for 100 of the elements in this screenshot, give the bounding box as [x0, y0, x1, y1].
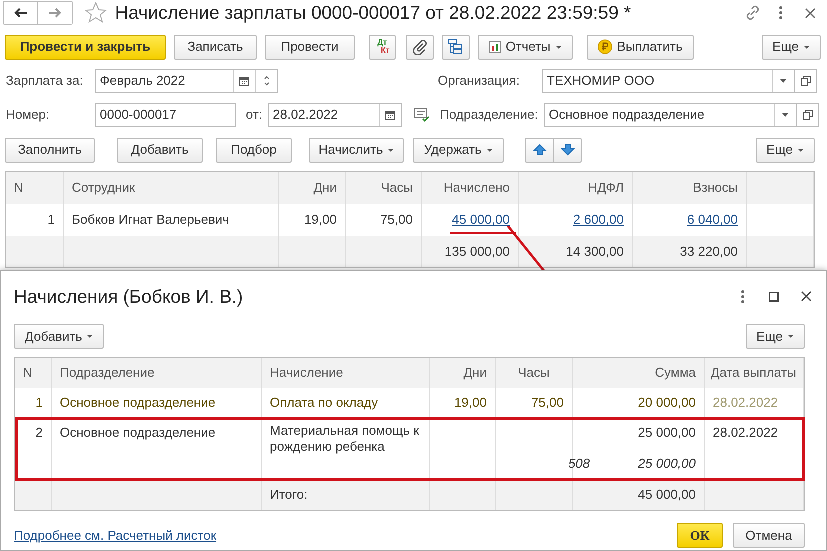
- add-button[interactable]: Добавить: [14, 324, 104, 349]
- down-arrow-icon: [560, 144, 574, 156]
- payslip-link[interactable]: Подробнее см. Расчетный листок: [14, 526, 217, 545]
- cancel-button[interactable]: Отмена: [733, 522, 805, 548]
- chart-icon: [488, 41, 501, 53]
- total-cell: 135 000,00: [422, 236, 519, 267]
- contributions-link[interactable]: 6 040,00: [687, 210, 738, 230]
- reports-button[interactable]: Отчеты: [478, 34, 573, 60]
- field-label: Организация:: [438, 72, 522, 90]
- total-cell: [430, 480, 496, 510]
- tax-link[interactable]: 2 600,00: [573, 210, 624, 230]
- window-title: Начисление зарплаты 0000-000017 от 28.02.2022 23:59:59 *: [115, 1, 632, 26]
- column-header[interactable]: N: [6, 172, 64, 204]
- open-button[interactable]: [794, 69, 817, 93]
- organization-field[interactable]: ТЕХНОМИР ООО: [542, 69, 795, 93]
- table-cell: 75,00: [496, 388, 573, 418]
- star-icon[interactable]: [85, 2, 108, 24]
- close-icon[interactable]: [801, 291, 812, 302]
- accrued-link[interactable]: 45 000,00: [452, 210, 510, 230]
- attach-button[interactable]: [406, 34, 434, 60]
- open-button[interactable]: [796, 103, 819, 127]
- debit-credit-button[interactable]: Дт Кт: [369, 34, 396, 60]
- more-icon[interactable]: [778, 6, 783, 20]
- table-toolbar-button[interactable]: Добавить: [117, 138, 203, 162]
- total-cell: [747, 236, 814, 267]
- column-header[interactable]: Часы: [346, 172, 422, 204]
- column-header[interactable]: Начисление: [262, 358, 430, 388]
- column-header[interactable]: Дни: [279, 172, 346, 204]
- maximize-icon[interactable]: [769, 292, 779, 302]
- table-cell: Материальная помощь к рождению ребенка: [262, 418, 430, 480]
- ruble-coin-icon: [598, 39, 612, 55]
- table-cell: 2: [15, 418, 52, 480]
- move-up-button[interactable]: [525, 138, 554, 162]
- column-header[interactable]: Часы: [496, 358, 573, 388]
- table-cell: 28.02.2022: [705, 418, 804, 480]
- column-header: [747, 172, 814, 204]
- date-field[interactable]: 28.02.2022: [268, 103, 402, 127]
- column-header[interactable]: Сотрудник: [64, 172, 279, 204]
- ok-button[interactable]: ОК: [677, 522, 723, 548]
- field-label: от:: [246, 106, 264, 124]
- pay-button[interactable]: Выплатить: [586, 34, 694, 60]
- column-header[interactable]: НДФЛ: [519, 172, 633, 204]
- back-button[interactable]: [4, 2, 38, 24]
- up-arrow-icon: [532, 144, 546, 156]
- total-cell: 14 300,00: [519, 236, 633, 267]
- column-header[interactable]: Начислено: [422, 172, 519, 204]
- department-field[interactable]: Основное подразделение: [544, 103, 797, 127]
- table-cell: Итого:: [262, 480, 430, 510]
- move-down-button[interactable]: [553, 138, 582, 162]
- table-cell: Основное подразделение: [52, 388, 262, 418]
- total-cell: [15, 480, 52, 510]
- total-cell: 33 220,00: [633, 236, 747, 267]
- forward-arrow-icon: [48, 8, 62, 18]
- column-header[interactable]: N: [15, 358, 52, 388]
- dropdown-button[interactable]: Начислить: [309, 138, 404, 162]
- total-cell: [6, 236, 64, 267]
- code-text: 508: [568, 455, 590, 474]
- field-label: Подразделение:: [440, 106, 540, 124]
- open-window-icon: [800, 76, 810, 86]
- number-field[interactable]: 0000-000017: [95, 103, 236, 127]
- calendar-icon[interactable]: [385, 110, 396, 120]
- table-cell-text: 25 000,00: [638, 455, 696, 474]
- table-cell-text: 25 000,00: [638, 424, 696, 442]
- hierarchy-icon: [448, 39, 464, 55]
- structure-button[interactable]: [442, 34, 470, 60]
- table-cell: 19,00: [430, 388, 496, 418]
- more-button[interactable]: Еще: [746, 324, 805, 349]
- more-button[interactable]: Еще: [762, 34, 821, 60]
- paperclip-icon: [412, 39, 428, 55]
- post-and-close-button[interactable]: Провести и закрыть: [5, 34, 166, 60]
- comment-icon[interactable]: [414, 108, 430, 122]
- field-label: Номер:: [6, 106, 51, 124]
- toolbar-button[interactable]: Провести: [265, 34, 355, 60]
- table-cell: Оплата по окладу: [262, 388, 430, 418]
- column-header[interactable]: Дата выплаты: [705, 358, 804, 388]
- more-button[interactable]: Еще: [756, 138, 815, 162]
- column-header[interactable]: Дни: [430, 358, 496, 388]
- dropdown-button[interactable]: Удержать: [413, 138, 504, 162]
- dropdown-icon[interactable]: [782, 113, 789, 117]
- period-field[interactable]: Февраль 2022: [95, 69, 278, 93]
- dialog-title: Начисления (Бобков И. В.): [14, 285, 244, 309]
- column-header[interactable]: Сумма: [573, 358, 705, 388]
- spin-arrows-icon[interactable]: [262, 74, 270, 88]
- close-icon[interactable]: [804, 8, 816, 18]
- table-toolbar-button[interactable]: Заполнить: [5, 138, 95, 162]
- back-arrow-icon: [14, 8, 28, 18]
- total-cell: [279, 236, 346, 267]
- column-header[interactable]: Подразделение: [52, 358, 262, 388]
- field-label: Зарплата за:: [6, 72, 84, 90]
- calendar-icon[interactable]: [239, 76, 250, 86]
- open-window-icon: [802, 110, 812, 120]
- total-cell: 45 000,00: [573, 480, 705, 510]
- toolbar-button[interactable]: Записать: [174, 34, 257, 60]
- table-cell-text: 20 000,00: [638, 394, 696, 412]
- table-toolbar-button[interactable]: Подбор: [216, 138, 292, 162]
- column-header[interactable]: Взносы: [633, 172, 747, 204]
- dropdown-icon[interactable]: [780, 79, 787, 83]
- link-icon[interactable]: [744, 5, 761, 21]
- more-icon[interactable]: [741, 290, 745, 304]
- table-cell: 28.02.2022: [705, 388, 804, 418]
